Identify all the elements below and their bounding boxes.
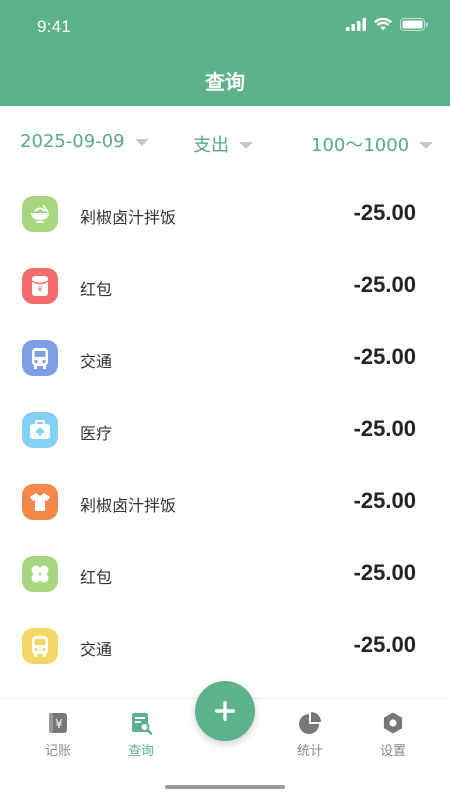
tab-label: 设置 (379, 744, 406, 759)
tab-stats[interactable]: 统计 (280, 711, 340, 759)
date-filter-label: 2025-09-09 (20, 131, 125, 152)
bus-icon (22, 340, 58, 376)
status-time: 9:41 (37, 17, 71, 36)
bus-icon (22, 628, 58, 664)
shirt-icon (22, 484, 58, 520)
clover-icon (22, 556, 58, 592)
tab-query[interactable]: 查询 (111, 711, 171, 759)
record-name: 剁椒卤汁拌饭 (80, 208, 177, 227)
svg-text:¥: ¥ (55, 717, 63, 731)
list-item[interactable]: 医疗 -25.00 (0, 394, 450, 466)
record-name: 剁椒卤汁拌饭 (80, 496, 177, 515)
record-name: 红包 (80, 280, 113, 299)
range-filter-dropdown[interactable]: 100～1000 (311, 131, 434, 157)
record-name: 交通 (80, 640, 113, 659)
tab-label: 记账 (44, 744, 71, 759)
record-amount: -25.00 (353, 560, 416, 585)
record-list[interactable]: 剁椒卤汁拌饭 -25.00 ¥ 红包 -25.00 交通 -25.00 医疗 -… (0, 178, 450, 698)
tab-label: 统计 (296, 744, 323, 759)
status-icons (346, 18, 428, 31)
filter-bar: 2025-09-09 支出 100～1000 (0, 120, 450, 168)
date-filter-dropdown[interactable]: 2025-09-09 (20, 131, 149, 152)
list-item[interactable]: ¥ 红包 -25.00 (0, 250, 450, 322)
battery-icon (400, 18, 428, 31)
medical-kit-icon (22, 412, 58, 448)
type-filter-label: 支出 (193, 135, 229, 156)
tab-settings[interactable]: 设置 (363, 711, 423, 759)
red-envelope-icon: ¥ (22, 268, 58, 304)
tab-ledger[interactable]: ¥ 记账 (28, 711, 88, 759)
record-amount: -25.00 (353, 488, 416, 513)
record-name: 医疗 (80, 424, 113, 443)
ledger-icon: ¥ (49, 713, 67, 733)
record-amount: -25.00 (353, 416, 416, 441)
record-name: 交通 (80, 352, 113, 371)
list-item[interactable]: 交通 -25.00 (0, 610, 450, 682)
record-name: 红包 (80, 568, 113, 587)
home-indicator (165, 785, 285, 789)
gear-icon (383, 712, 403, 734)
record-amount: -25.00 (353, 272, 416, 297)
record-amount: -25.00 (353, 344, 416, 369)
bowl-icon (22, 196, 58, 232)
list-item[interactable]: 红包 -25.00 (0, 538, 450, 610)
chevron-down-icon (419, 141, 434, 149)
list-item[interactable]: 剁椒卤汁拌饭 -25.00 (0, 466, 450, 538)
plus-icon (215, 701, 235, 721)
record-amount: -25.00 (353, 632, 416, 657)
type-filter-dropdown[interactable]: 支出 (193, 131, 253, 157)
svg-text:¥: ¥ (37, 285, 42, 294)
range-filter-label: 100～1000 (311, 135, 410, 156)
chevron-down-icon (134, 139, 149, 146)
page-title: 查询 (205, 70, 245, 94)
wifi-icon (374, 18, 392, 31)
pie-chart-icon (299, 712, 321, 734)
status-bar: 9:41 (0, 0, 450, 56)
record-amount: -25.00 (353, 200, 416, 225)
list-item[interactable]: 剁椒卤汁拌饭 -25.00 (0, 178, 450, 250)
signal-icon (346, 18, 366, 31)
search-document-icon (132, 713, 153, 735)
add-record-button[interactable] (195, 681, 255, 741)
header: 9:41 查询 (0, 0, 450, 106)
tab-label: 查询 (127, 744, 154, 759)
chevron-down-icon (239, 141, 253, 149)
list-item[interactable]: 交通 -25.00 (0, 322, 450, 394)
